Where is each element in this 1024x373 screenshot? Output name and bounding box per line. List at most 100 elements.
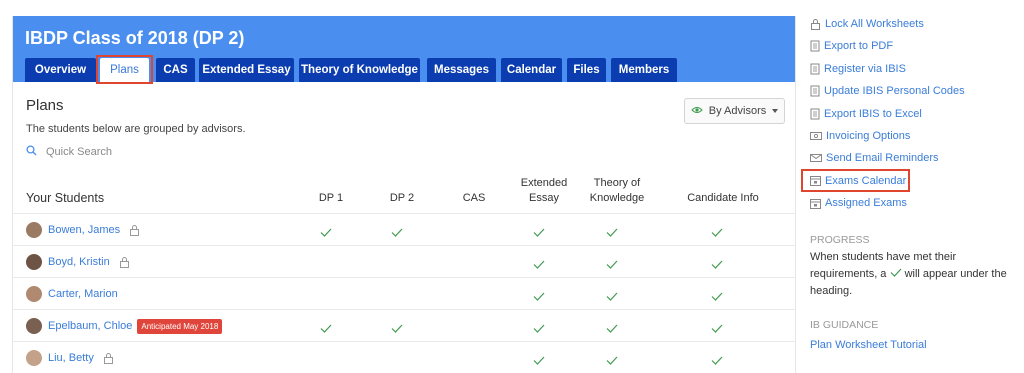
invoice-icon	[810, 131, 822, 141]
check-icon	[890, 268, 902, 280]
class-title: IBDP Class of 2018 (DP 2)	[25, 28, 245, 48]
sidebar-action-update-ibis-personal-codes[interactable]: Update IBIS Personal Codes	[810, 83, 965, 99]
table-row: Boyd, Kristin	[13, 245, 795, 277]
check-icon	[606, 256, 618, 274]
progress-heading: PROGRESS	[810, 234, 870, 246]
sidebar-action-register-via-ibis[interactable]: Register via IBIS	[810, 61, 906, 77]
sidebar-action-label: Export IBIS to Excel	[824, 107, 922, 120]
exams-calendar-highlight	[801, 169, 910, 192]
student-cell: Bowen, James	[26, 221, 140, 239]
student-name-link[interactable]: Bowen, James	[48, 224, 120, 236]
column-header-extended-essay: Extended Essay	[520, 177, 568, 204]
calendar-icon	[810, 198, 821, 209]
student-cell: Epelbaum, Chloe Anticipated May 2018	[26, 317, 223, 335]
column-header-cas: CAS	[462, 192, 486, 204]
sidebar-action-export-to-pdf[interactable]: Export to PDF	[810, 38, 893, 54]
check-icon	[533, 320, 545, 338]
lock-icon	[810, 18, 821, 30]
group-by-advisors-button[interactable]: By Advisors	[684, 98, 785, 124]
sidebar-action-label: Invoicing Options	[826, 130, 911, 142]
check-icon	[533, 224, 545, 242]
check-icon	[711, 320, 723, 338]
check-icon	[711, 224, 723, 242]
sidebar-action-assigned-exams[interactable]: Assigned Exams	[810, 195, 907, 211]
check-icon	[391, 320, 403, 338]
avatar	[26, 254, 42, 270]
column-header-candidate-info: Candidate Info	[687, 192, 759, 204]
document-icon	[810, 40, 820, 52]
group-by-label: By Advisors	[708, 105, 767, 117]
search-icon	[26, 145, 37, 159]
tab-messages[interactable]: Messages	[427, 58, 496, 82]
chevron-down-icon	[772, 109, 779, 113]
avatar	[26, 222, 42, 238]
table-row: Carter, Marion	[13, 277, 795, 309]
quick-search[interactable]: Quick Search	[26, 145, 112, 159]
lock-icon	[103, 352, 114, 364]
student-name-link[interactable]: Liu, Betty	[48, 352, 94, 364]
search-placeholder: Quick Search	[46, 146, 113, 158]
student-cell: Carter, Marion	[26, 285, 118, 303]
column-header-dp1: DP 1	[318, 192, 344, 204]
tab-extended-essay[interactable]: Extended Essay	[199, 58, 294, 82]
document-icon	[810, 63, 820, 75]
plans-title: Plans	[26, 97, 64, 114]
sidebar-action-export-ibis-to-excel[interactable]: Export IBIS to Excel	[810, 106, 922, 122]
envelope-icon	[810, 153, 822, 163]
sidebar-action-label: Assigned Exams	[825, 197, 907, 210]
avatar	[26, 286, 42, 302]
table-row: Epelbaum, Chloe Anticipated May 2018	[13, 309, 795, 341]
column-header-theory-of-knowledge: Theory of Knowledge	[589, 177, 645, 204]
main-panel: IBDP Class of 2018 (DP 2) Overview Plans…	[12, 16, 796, 373]
tab-members[interactable]: Members	[611, 58, 677, 82]
status-badge: Anticipated May 2018	[137, 318, 223, 334]
check-icon	[533, 352, 545, 370]
student-cell: Liu, Betty	[26, 349, 114, 367]
sidebar-action-label: Export to PDF	[824, 40, 894, 53]
tab-files[interactable]: Files	[567, 58, 606, 82]
check-icon	[533, 288, 545, 306]
avatar	[26, 350, 42, 366]
check-icon	[606, 352, 618, 370]
plans-description: The students below are grouped by adviso…	[26, 123, 246, 135]
check-icon	[606, 224, 618, 242]
student-name-link[interactable]: Epelbaum, Chloe	[48, 320, 132, 332]
sidebar-action-label: Send Email Reminders	[826, 152, 939, 165]
student-cell: Boyd, Kristin	[26, 253, 130, 271]
eye-icon	[691, 105, 703, 117]
progress-text: When students have met their requirement…	[810, 251, 1007, 297]
table-row: Bowen, James	[13, 213, 795, 245]
class-header: IBDP Class of 2018 (DP 2) Overview Plans…	[13, 16, 795, 84]
lock-icon	[129, 224, 140, 236]
lock-icon	[119, 256, 130, 268]
check-icon	[711, 256, 723, 274]
tab-theory-of-knowledge[interactable]: Theory of Knowledge	[299, 58, 420, 82]
check-icon	[320, 224, 332, 242]
sidebar-action-label: Register via IBIS	[824, 62, 906, 75]
plan-worksheet-tutorial-link[interactable]: Plan Worksheet Tutorial	[810, 337, 927, 353]
sidebar-action-label: Lock All Worksheets	[825, 18, 924, 30]
student-name-link[interactable]: Carter, Marion	[48, 288, 118, 300]
table-row: Liu, Betty	[13, 341, 795, 373]
tab-overview[interactable]: Overview	[25, 58, 96, 82]
sidebar-action-lock-all-worksheets[interactable]: Lock All Worksheets	[810, 16, 924, 32]
check-icon	[606, 320, 618, 338]
check-icon	[606, 288, 618, 306]
sidebar-action-invoicing-options[interactable]: Invoicing Options	[810, 128, 910, 144]
check-icon	[320, 320, 332, 338]
ib-guidance-heading: IB GUIDANCE	[810, 319, 879, 331]
plans-tab-highlight	[96, 55, 153, 84]
check-icon	[711, 352, 723, 370]
check-icon	[533, 256, 545, 274]
check-icon	[391, 224, 403, 242]
your-students-header: Your Students	[26, 191, 105, 205]
sidebar-action-label: Update IBIS Personal Codes	[824, 85, 965, 98]
student-name-link[interactable]: Boyd, Kristin	[48, 256, 110, 268]
column-header-dp2: DP 2	[389, 192, 415, 204]
document-icon	[810, 85, 820, 97]
tab-calendar[interactable]: Calendar	[501, 58, 562, 82]
avatar	[26, 318, 42, 334]
sidebar-action-send-email-reminders[interactable]: Send Email Reminders	[810, 150, 939, 166]
tab-cas[interactable]: CAS	[156, 58, 195, 82]
document-icon	[810, 108, 820, 120]
